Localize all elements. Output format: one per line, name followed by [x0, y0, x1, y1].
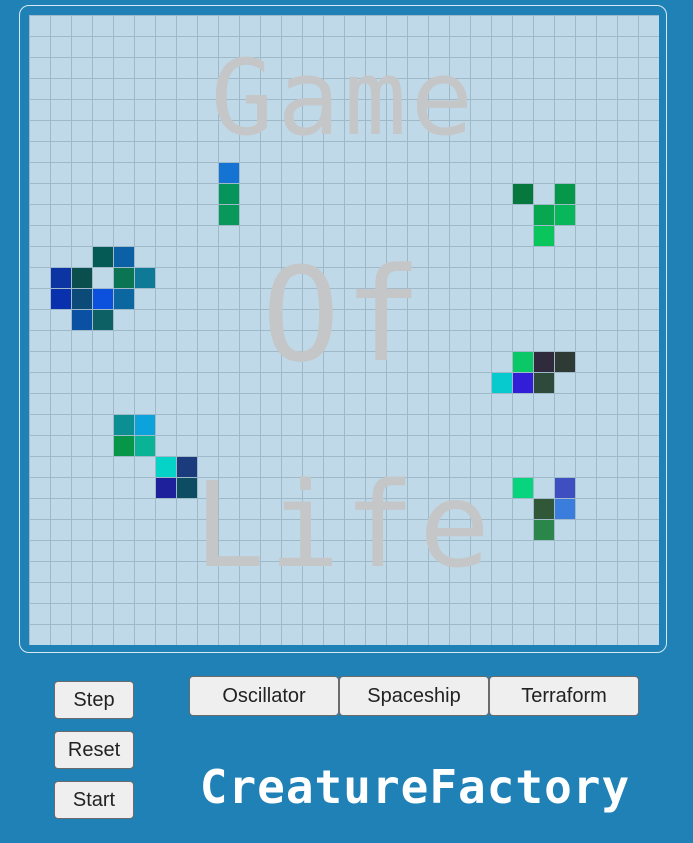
live-cell[interactable] — [72, 289, 92, 309]
step-button[interactable]: Step — [54, 681, 134, 719]
live-cell[interactable] — [177, 457, 197, 477]
live-cell[interactable] — [492, 373, 512, 393]
live-cell[interactable] — [219, 163, 239, 183]
live-cell[interactable] — [114, 268, 134, 288]
live-cell[interactable] — [114, 247, 134, 267]
brand-title: CreatureFactory — [199, 760, 631, 814]
live-cell[interactable] — [72, 268, 92, 288]
live-cell[interactable] — [513, 352, 533, 372]
live-cell[interactable] — [177, 478, 197, 498]
live-cell[interactable] — [555, 352, 575, 372]
live-cell[interactable] — [156, 478, 176, 498]
live-cell[interactable] — [534, 205, 554, 225]
terraform-button[interactable]: Terraform — [489, 676, 639, 716]
start-button[interactable]: Start — [54, 781, 134, 819]
live-cell[interactable] — [219, 184, 239, 204]
live-cell[interactable] — [534, 373, 554, 393]
live-cell[interactable] — [135, 415, 155, 435]
live-cell[interactable] — [51, 289, 71, 309]
game-board[interactable]: Game Of Life — [29, 15, 659, 645]
live-cell[interactable] — [534, 226, 554, 246]
live-cell[interactable] — [93, 310, 113, 330]
live-cell[interactable] — [114, 415, 134, 435]
live-cell[interactable] — [513, 184, 533, 204]
live-cell[interactable] — [555, 184, 575, 204]
live-cell[interactable] — [534, 520, 554, 540]
live-cell[interactable] — [156, 457, 176, 477]
live-cell[interactable] — [114, 289, 134, 309]
live-cell[interactable] — [219, 205, 239, 225]
live-cell[interactable] — [555, 478, 575, 498]
live-cell[interactable] — [555, 499, 575, 519]
live-cell[interactable] — [534, 352, 554, 372]
live-cell[interactable] — [114, 436, 134, 456]
live-cell[interactable] — [513, 373, 533, 393]
oscillator-button[interactable]: Oscillator — [189, 676, 339, 716]
live-cell[interactable] — [135, 268, 155, 288]
reset-button[interactable]: Reset — [54, 731, 134, 769]
live-cell[interactable] — [513, 478, 533, 498]
live-cell[interactable] — [555, 205, 575, 225]
live-cell[interactable] — [93, 247, 113, 267]
watermark-game: Game — [210, 37, 478, 159]
live-cell[interactable] — [51, 268, 71, 288]
spaceship-button[interactable]: Spaceship — [339, 676, 489, 716]
live-cell[interactable] — [135, 436, 155, 456]
live-cell[interactable] — [93, 289, 113, 309]
live-cell[interactable] — [72, 310, 92, 330]
live-cell[interactable] — [534, 499, 554, 519]
